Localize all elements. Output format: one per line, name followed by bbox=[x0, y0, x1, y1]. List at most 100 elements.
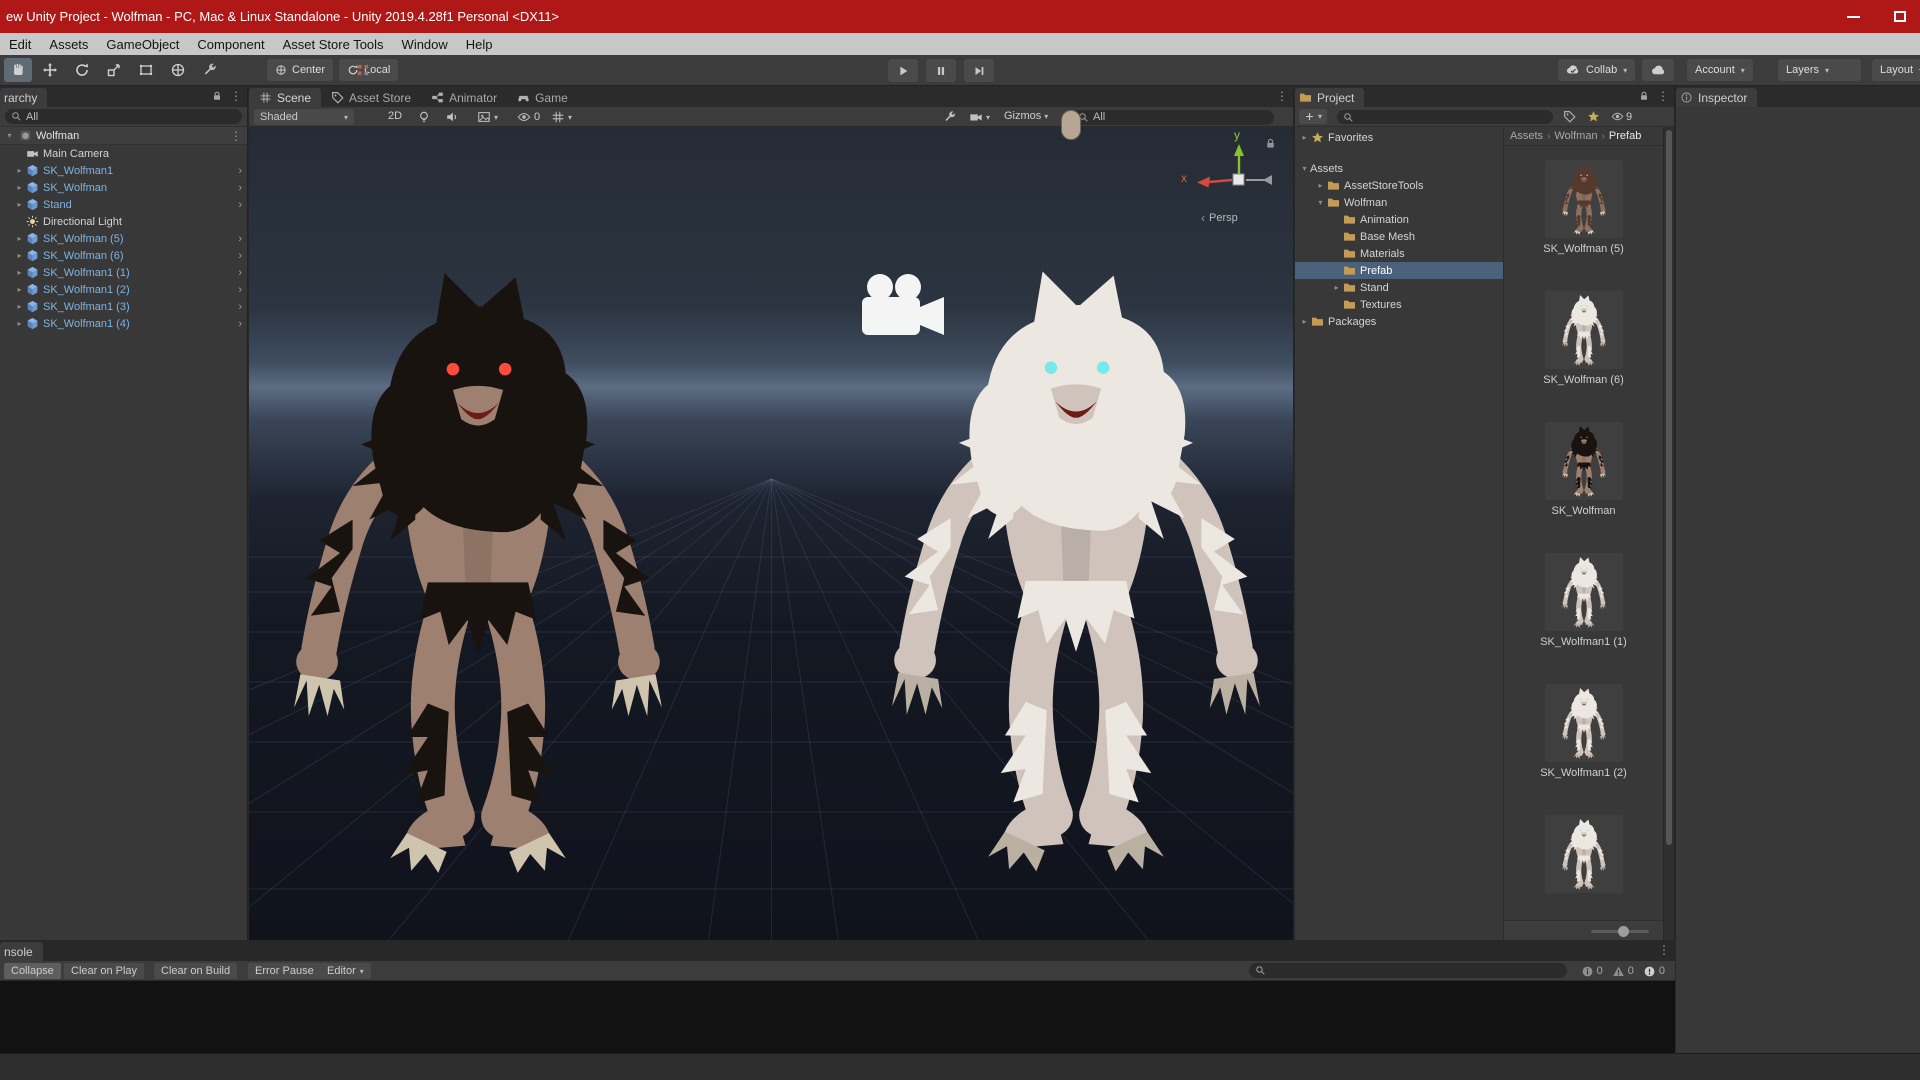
info-count-toggle[interactable]: 0 bbox=[1581, 965, 1603, 978]
hierarchy-item-main-camera[interactable]: Main Camera bbox=[0, 145, 247, 162]
breadcrumb-wolfman[interactable]: Wolfman bbox=[1554, 130, 1597, 142]
camera-settings-dropdown[interactable]: ▾ bbox=[969, 110, 990, 124]
favorites-star-button[interactable] bbox=[1587, 110, 1600, 123]
project-search-field[interactable] bbox=[1358, 111, 1547, 123]
console-search-input[interactable] bbox=[1249, 963, 1567, 978]
expand-arrow-icon[interactable]: ▾ bbox=[1299, 164, 1310, 173]
collapse-arrow-icon[interactable]: ▾ bbox=[4, 131, 15, 140]
console-tab[interactable]: nsole bbox=[0, 942, 43, 961]
menu-window[interactable]: Window bbox=[393, 33, 457, 55]
menu-asset-store-tools[interactable]: Asset Store Tools bbox=[274, 33, 393, 55]
camera-gizmo-icon[interactable] bbox=[854, 273, 950, 347]
expand-arrow-icon[interactable]: ▸ bbox=[14, 319, 25, 328]
tree-item-assetstoretools[interactable]: ▸ AssetStoreTools bbox=[1295, 177, 1503, 194]
menu-edit[interactable]: Edit bbox=[0, 33, 40, 55]
expand-arrow-icon[interactable]: ▸ bbox=[14, 166, 25, 175]
zoom-slider-thumb[interactable] bbox=[1618, 926, 1629, 937]
search-by-type-button[interactable] bbox=[1563, 110, 1576, 123]
hierarchy-item-sk-wolfman-5[interactable]: ▸ SK_Wolfman (5) › bbox=[0, 230, 247, 247]
tree-item-stand[interactable]: ▸ Stand bbox=[1295, 279, 1503, 296]
wolfman-model-black[interactable] bbox=[269, 273, 687, 900]
tree-item-wolfman[interactable]: ▾ Wolfman bbox=[1295, 194, 1503, 211]
expand-arrow-icon[interactable]: ▸ bbox=[1299, 317, 1310, 326]
hand-tool-button[interactable] bbox=[4, 58, 32, 82]
effects-dropdown[interactable]: ▾ bbox=[477, 110, 498, 124]
expand-arrow-icon[interactable]: ▸ bbox=[14, 183, 25, 192]
clear-on-build-button[interactable]: Clear on Build bbox=[154, 963, 238, 979]
move-tool-button[interactable] bbox=[36, 58, 64, 82]
hierarchy-item-sk-wolfman1-4[interactable]: ▸ SK_Wolfman1 (4) › bbox=[0, 315, 247, 332]
hierarchy-search-input[interactable] bbox=[5, 109, 242, 124]
play-button[interactable] bbox=[888, 59, 918, 82]
expand-arrow-icon[interactable]: ▸ bbox=[1315, 181, 1326, 190]
expand-arrow-icon[interactable]: ▸ bbox=[14, 285, 25, 294]
rotate-tool-button[interactable] bbox=[68, 58, 96, 82]
tree-item-favorites[interactable]: ▸ Favorites bbox=[1295, 129, 1503, 146]
expand-arrow-icon[interactable]: ▸ bbox=[14, 268, 25, 277]
inspector-tab[interactable]: Inspector bbox=[1676, 88, 1758, 107]
kebab-menu-icon[interactable]: ⋮ bbox=[230, 130, 242, 142]
cloud-services-button[interactable] bbox=[1642, 59, 1674, 81]
hierarchy-item-directional-light[interactable]: Directional Light bbox=[0, 213, 247, 230]
hierarchy-scene-row[interactable]: ▾ Wolfman ⋮ bbox=[0, 127, 247, 145]
console-search-field[interactable] bbox=[1270, 964, 1561, 977]
tree-item-textures[interactable]: Textures bbox=[1295, 296, 1503, 313]
tab-game[interactable]: Game bbox=[507, 88, 578, 107]
hierarchy-item-sk-wolfman1-2[interactable]: ▸ SK_Wolfman1 (2) › bbox=[0, 281, 247, 298]
scene-search-input[interactable] bbox=[1072, 109, 1274, 125]
tab-animator[interactable]: Animator bbox=[421, 88, 507, 107]
open-prefab-icon[interactable]: › bbox=[238, 165, 242, 177]
open-prefab-icon[interactable]: › bbox=[238, 301, 242, 313]
audio-toggle[interactable] bbox=[445, 110, 459, 124]
collab-button[interactable]: Collab ▾ bbox=[1558, 59, 1636, 81]
expand-arrow-icon[interactable]: ▸ bbox=[14, 302, 25, 311]
axis-x-label[interactable]: x bbox=[1181, 171, 1187, 185]
custom-tool-button[interactable] bbox=[196, 58, 224, 82]
create-asset-button[interactable]: ▾ bbox=[1299, 109, 1328, 124]
breadcrumb-assets[interactable]: Assets bbox=[1510, 130, 1543, 142]
hierarchy-tab[interactable]: rarchy bbox=[0, 88, 48, 107]
project-scrollbar[interactable] bbox=[1663, 127, 1674, 940]
pause-button[interactable] bbox=[926, 59, 956, 82]
account-dropdown[interactable]: Account ▾ bbox=[1687, 59, 1753, 81]
error-count-toggle[interactable]: 0 bbox=[1643, 965, 1665, 978]
tree-item-base-mesh[interactable]: Base Mesh bbox=[1295, 228, 1503, 245]
pivot-mode-button[interactable]: Center bbox=[267, 59, 334, 81]
layers-dropdown[interactable]: Layers ▾ bbox=[1778, 59, 1861, 81]
project-tab[interactable]: Project bbox=[1295, 88, 1365, 107]
step-button[interactable] bbox=[964, 59, 994, 82]
expand-arrow-icon[interactable]: ▸ bbox=[14, 200, 25, 209]
menu-component[interactable]: Component bbox=[188, 33, 273, 55]
scene-search-field[interactable] bbox=[1093, 111, 1268, 123]
layout-dropdown[interactable]: Layout▾ bbox=[1872, 59, 1920, 81]
expand-arrow-icon[interactable]: ▸ bbox=[14, 234, 25, 243]
collapse-button[interactable]: Collapse bbox=[4, 963, 61, 979]
tree-item-prefab[interactable]: Prefab bbox=[1295, 262, 1503, 279]
grid-visibility-dropdown[interactable]: ▾ bbox=[551, 110, 572, 124]
hierarchy-item-sk-wolfman1-1[interactable]: ▸ SK_Wolfman1 (1) › bbox=[0, 264, 247, 281]
expand-arrow-icon[interactable]: ▾ bbox=[1315, 198, 1326, 207]
lock-icon[interactable] bbox=[1264, 137, 1277, 150]
open-prefab-icon[interactable]: › bbox=[238, 267, 242, 279]
scrollbar-thumb[interactable] bbox=[1666, 130, 1672, 846]
kebab-menu-icon[interactable]: ⋮ bbox=[230, 90, 242, 102]
tab-scene[interactable]: Scene bbox=[249, 88, 322, 107]
lock-icon[interactable] bbox=[1638, 90, 1650, 102]
tab-asset-store[interactable]: Asset Store bbox=[321, 88, 421, 107]
asset-item[interactable]: SK_Wolfman (5) bbox=[1504, 146, 1663, 277]
kebab-menu-icon[interactable]: ⋮ bbox=[1276, 90, 1288, 102]
open-prefab-icon[interactable]: › bbox=[238, 199, 242, 211]
shading-mode-dropdown[interactable]: Shaded ▾ bbox=[254, 109, 354, 125]
error-pause-button[interactable]: Error Pause bbox=[248, 963, 321, 979]
open-prefab-icon[interactable]: › bbox=[238, 318, 242, 330]
hierarchy-item-stand[interactable]: ▸ Stand › bbox=[0, 196, 247, 213]
tree-item-materials[interactable]: Materials bbox=[1295, 245, 1503, 262]
tree-item-animation[interactable]: Animation bbox=[1295, 211, 1503, 228]
breadcrumb-prefab[interactable]: Prefab bbox=[1609, 130, 1641, 142]
maximize-icon[interactable] bbox=[1894, 11, 1906, 22]
scene-viewport[interactable]: y x ‹ Persp bbox=[249, 127, 1293, 940]
tools-button[interactable] bbox=[943, 110, 957, 124]
warning-count-toggle[interactable]: 0 bbox=[1612, 965, 1634, 978]
grid-snap-button[interactable] bbox=[352, 61, 374, 80]
clear-on-play-button[interactable]: Clear on Play bbox=[64, 963, 145, 979]
